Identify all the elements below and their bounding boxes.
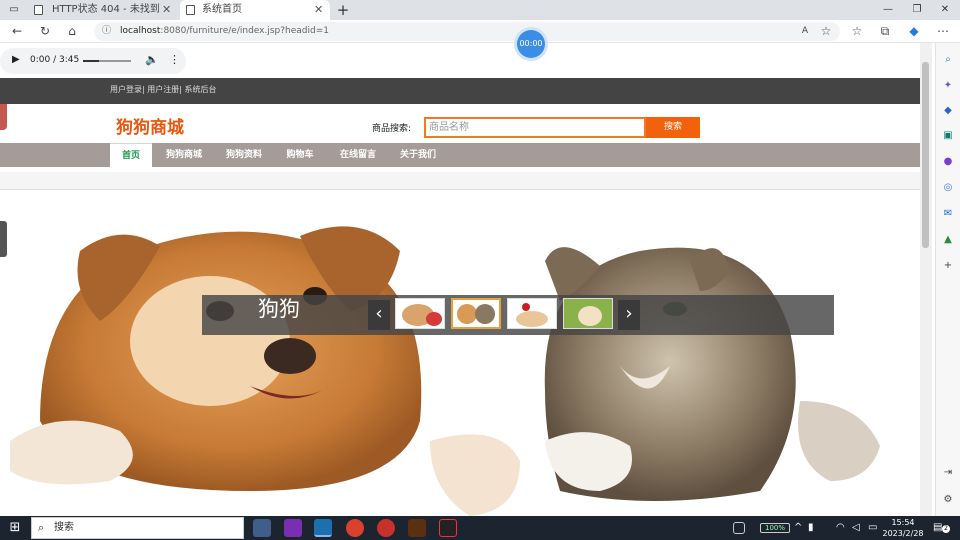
play-icon[interactable]: ▶	[12, 54, 20, 65]
next-slide-button[interactable]: ›	[618, 300, 640, 330]
audio-more-icon[interactable]: ⋮	[169, 53, 180, 66]
side-widget[interactable]	[0, 100, 7, 130]
favorite-star-icon[interactable]: ☆	[817, 23, 835, 40]
chevron-up-icon[interactable]: ^	[794, 520, 804, 538]
top-bar: 用户登录| 用户注册| 系统后台	[0, 78, 920, 104]
search-icon: ⌕	[38, 521, 45, 534]
onenote-icon[interactable]	[284, 519, 302, 537]
slide-thumbnail[interactable]	[563, 298, 613, 329]
slide-thumbnail[interactable]	[507, 298, 557, 329]
tab-home-label: 系统首页	[202, 4, 242, 15]
nav-info[interactable]: 狗狗资料	[218, 143, 270, 167]
tab-home[interactable]: 系统首页 ✕	[180, 0, 330, 20]
slide-caption: 狗狗	[258, 297, 300, 321]
tab-404-label: HTTP状态 404 - 未找到	[52, 4, 160, 15]
search-label: 商品搜索:	[372, 124, 412, 134]
nav-messages[interactable]: 在线留言	[332, 143, 384, 167]
more-menu-icon[interactable]: ⋯	[934, 23, 952, 40]
copilot-icon[interactable]: ✦	[941, 79, 955, 93]
maximize-button[interactable]: ❐	[902, 0, 932, 20]
close-tab-icon[interactable]: ✕	[162, 0, 171, 20]
divider-band	[0, 172, 920, 190]
audio-progress[interactable]	[83, 60, 131, 62]
url-host: localhost	[120, 26, 161, 36]
app-icon[interactable]	[377, 519, 395, 537]
main-nav: 首页 狗狗商城 狗狗资料 购物车 在线留言 关于我们	[0, 143, 920, 167]
notification-icon[interactable]: ▤ 2	[933, 520, 950, 538]
add-icon[interactable]: +	[941, 259, 955, 273]
address-bar: ← ↻ ⌂ ⓘ localhost:8080/furniture/e/index…	[0, 20, 960, 43]
extension-icon[interactable]: ◆	[905, 23, 923, 40]
back-icon[interactable]: ←	[8, 23, 26, 40]
read-aloud-icon[interactable]: A	[796, 23, 814, 40]
slideshow-caption-bar: 狗狗 ‹ ›	[202, 295, 834, 335]
chrome-icon[interactable]	[346, 519, 364, 537]
taskbar-search-placeholder: 搜索	[54, 522, 74, 533]
new-tab-button[interactable]: +	[328, 0, 358, 20]
tree-icon[interactable]: ▲	[941, 233, 955, 247]
close-tab-icon[interactable]: ✕	[314, 0, 323, 20]
banner-image	[10, 226, 880, 516]
url-field[interactable]: ⓘ localhost:8080/furniture/e/index.jsp?h…	[94, 22, 840, 41]
microphone-icon[interactable]: ▮	[808, 520, 818, 538]
tab-actions-icon[interactable]: ▭	[0, 0, 28, 20]
speaker-icon[interactable]: ◁	[852, 520, 866, 538]
search-icon[interactable]: ⌕	[941, 53, 955, 67]
side-widget-handle[interactable]	[0, 221, 7, 257]
gear-icon[interactable]: ⚙	[941, 493, 955, 507]
refresh-icon[interactable]: ↻	[36, 23, 54, 40]
tab-404[interactable]: HTTP状态 404 - 未找到 ✕	[28, 0, 178, 20]
scrollbar-thumb[interactable]	[922, 62, 929, 248]
close-window-button[interactable]: ✕	[930, 0, 960, 20]
shopping-tag-icon[interactable]: ◆	[941, 104, 955, 118]
windows-taskbar: ⊞ ⌕ 搜索 100% ^ ▮ ◠ ◁ ▭ 15:54 2023/2/28 ▤ 2	[0, 516, 960, 540]
clock-date: 2023/2/28	[882, 529, 924, 538]
minimize-button[interactable]: —	[873, 0, 903, 20]
people-icon[interactable]: ●	[941, 155, 955, 169]
nav-home[interactable]: 首页	[110, 143, 152, 167]
game-icon[interactable]	[408, 519, 426, 537]
office-icon[interactable]: ◎	[941, 181, 955, 195]
edge-sidebar: ⌕ ✦ ◆ ▣ ● ◎ ✉ ▲ + ⇥ ⚙	[935, 43, 960, 516]
notification-count: 2	[942, 525, 950, 533]
nav-about[interactable]: 关于我们	[392, 143, 444, 167]
sidebar-collapse-icon[interactable]: ⇥	[941, 466, 955, 480]
audio-player: ▶ 0:00 / 3:45 🔈 ⋮	[0, 48, 186, 74]
battery-icon[interactable]: ▭	[868, 520, 880, 538]
page-icon	[186, 5, 195, 15]
home-icon[interactable]: ⌂	[63, 23, 81, 40]
outlook-icon[interactable]: ✉	[941, 207, 955, 221]
search-input[interactable]: 商品名称	[424, 117, 646, 138]
search-button[interactable]: 搜索	[646, 117, 700, 138]
webpage: ▶ 0:00 / 3:45 🔈 ⋮ 用户登录| 用户注册| 系统后台 狗狗商城 …	[0, 43, 920, 516]
favorites-icon[interactable]: ☆	[848, 23, 866, 40]
timer-badge[interactable]: 00:00	[517, 30, 545, 58]
volume-icon[interactable]: 🔈	[145, 53, 159, 66]
nav-shop[interactable]: 狗狗商城	[158, 143, 210, 167]
intellij-icon[interactable]	[439, 519, 457, 537]
edge-icon[interactable]	[314, 519, 332, 537]
prev-slide-button[interactable]: ‹	[368, 300, 390, 330]
collections-icon[interactable]: ⧉	[876, 23, 894, 40]
battery-indicator[interactable]: 100%	[760, 523, 790, 533]
slide-thumbnail[interactable]	[395, 298, 445, 329]
site-logo[interactable]: 狗狗商城	[116, 113, 184, 138]
banner-slideshow: 狗狗 ‹ ›	[0, 191, 920, 516]
audio-time: 0:00 / 3:45	[30, 55, 80, 65]
task-view-icon[interactable]	[253, 519, 271, 537]
tools-icon[interactable]: ▣	[941, 129, 955, 143]
windows-start-icon[interactable]: ⊞	[7, 520, 23, 536]
clock-time: 15:54	[891, 518, 915, 527]
top-links[interactable]: 用户登录| 用户注册| 系统后台	[110, 84, 216, 95]
nav-cart[interactable]: 购物车	[280, 143, 320, 167]
page-icon	[34, 5, 43, 15]
tab-bar: ▭ HTTP状态 404 - 未找到 ✕ 系统首页 ✕ + — ❐ ✕	[0, 0, 960, 20]
url-path: :8080/furniture/e/index.jsp?headid=1	[160, 26, 329, 36]
keyboard-icon[interactable]	[733, 522, 745, 534]
slide-thumbnail-selected[interactable]	[451, 298, 501, 329]
system-clock[interactable]: 15:54 2023/2/28	[880, 517, 926, 539]
info-icon: ⓘ	[102, 26, 112, 36]
taskbar-search[interactable]: ⌕ 搜索	[31, 517, 244, 539]
wifi-icon[interactable]: ◠	[836, 520, 850, 538]
